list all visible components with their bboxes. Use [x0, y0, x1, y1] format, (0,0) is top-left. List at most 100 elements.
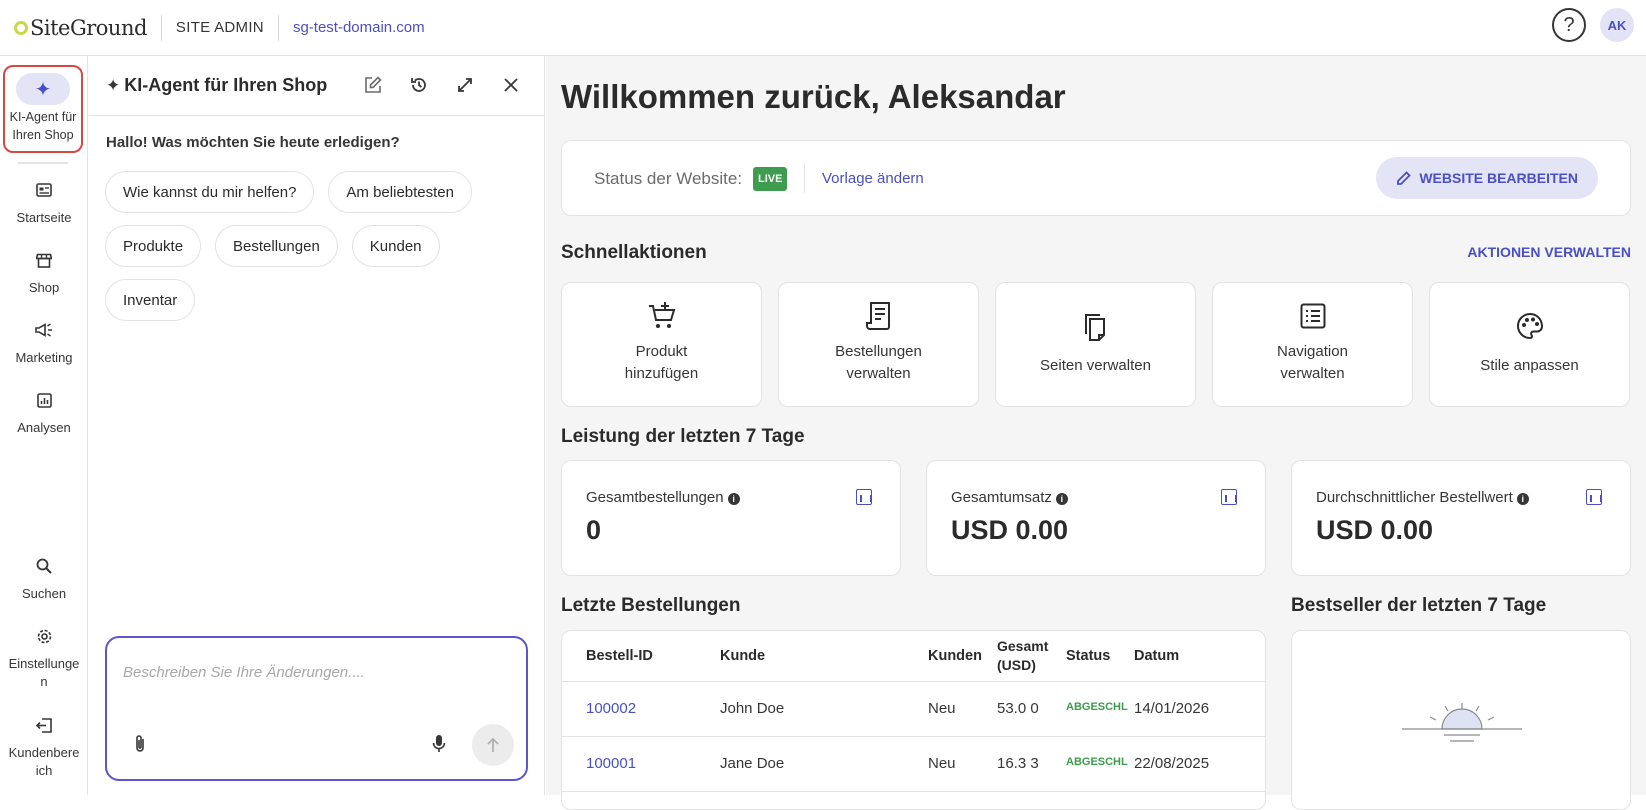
suggestion-chip[interactable]: Produkte: [105, 225, 202, 267]
palette-icon: [1516, 309, 1544, 343]
nav-item-ai-agent[interactable]: ✦ KI-Agent für Ihren Shop: [3, 65, 83, 153]
siteground-logo[interactable]: SiteGround: [14, 16, 147, 40]
edit-website-button[interactable]: WEBSITE BEARBEITEN: [1376, 157, 1598, 199]
customer-cell: Jane Doe: [720, 736, 928, 792]
quick-action-add-product[interactable]: Produkt hinzufügen: [561, 282, 762, 407]
close-icon[interactable]: [498, 72, 524, 98]
home-icon: [33, 179, 55, 201]
suggestion-chip[interactable]: Inventar: [105, 279, 196, 321]
nav-item-label: Startseite: [16, 210, 72, 225]
chart-icon[interactable]: [1221, 489, 1237, 505]
suggestion-chip[interactable]: Wie kannst du mir helfen?: [105, 171, 315, 213]
suggestion-chip[interactable]: Am beliebtesten: [328, 171, 472, 213]
info-icon[interactable]: i: [1516, 493, 1529, 505]
metric-card-average-order-value: Durchschnittlicher Bestellwert i USD 0.00: [1291, 460, 1631, 576]
nav-item-einstellungen[interactable]: Einstellunge n: [0, 625, 88, 691]
recent-orders-title: Letzte Bestellungen: [561, 595, 741, 616]
logo-icon: [14, 20, 28, 35]
nav-item-shop[interactable]: Shop: [0, 249, 88, 297]
total-cell: 53.0 0: [997, 681, 1066, 737]
column-header[interactable]: Kunden: [928, 631, 997, 682]
column-header[interactable]: Gesamt (USD): [997, 631, 1066, 682]
send-button[interactable]: [472, 724, 514, 766]
bestseller-title: Bestseller der letzten 7 Tage: [1291, 595, 1547, 616]
info-icon[interactable]: i: [727, 493, 740, 505]
nav-item-marketing[interactable]: Marketing: [0, 319, 88, 367]
info-icon[interactable]: i: [1055, 493, 1068, 505]
logo-text: SiteGround: [30, 15, 147, 40]
column-header[interactable]: Datum: [1134, 631, 1265, 682]
arrow-up-icon: [487, 737, 499, 752]
chat-input[interactable]: Beschreiben Sie Ihre Änderungen....: [123, 664, 365, 681]
quick-action-label: Bestellungen verwalten: [835, 343, 922, 382]
quick-action-customize-styles[interactable]: Stile anpassen: [1429, 282, 1630, 407]
help-button[interactable]: ?: [1552, 8, 1586, 42]
column-header[interactable]: Bestell-ID: [562, 631, 720, 682]
table-row[interactable]: 100002 John Doe Neu 53.0 0 ABGESCHLOSSEN…: [562, 681, 1265, 737]
main-content: Willkommen zurück, Aleksandar Status der…: [546, 56, 1646, 810]
avatar[interactable]: AK: [1600, 8, 1634, 42]
total-cell: 16.3 3: [997, 736, 1066, 792]
metric-value: 0: [586, 515, 602, 545]
table-row[interactable]: 100001 Jane Doe Neu 16.3 3 ABGESCHLOSSEN…: [562, 736, 1265, 792]
status-cell: ABGESCHLOSSEN: [1066, 681, 1134, 737]
suggestion-chip[interactable]: Kunden: [351, 225, 440, 267]
quick-action-label: Produkt hinzufügen: [624, 343, 699, 382]
metric-label: Gesamtumsatz i: [951, 489, 1068, 506]
nav-item-suchen[interactable]: Suchen: [0, 555, 88, 603]
chat-greeting: Hallo! Was möchten Sie heute erledigen?: [106, 134, 400, 151]
chat-title: KI-Agent für Ihren Shop: [124, 75, 328, 95]
nav-separator: [18, 162, 68, 164]
column-header[interactable]: Kunde: [720, 631, 928, 682]
search-icon: [33, 555, 55, 577]
recent-orders-table: Bestell-ID Kunde Kunden Gesamt (USD) Sta…: [561, 630, 1266, 810]
edit-icon[interactable]: [360, 72, 386, 98]
pencil-icon: [1397, 170, 1412, 185]
metric-label-text: Gesamtbestellungen: [586, 489, 724, 506]
divider: [804, 163, 805, 193]
order-id-link[interactable]: 100002: [562, 681, 720, 737]
metric-value: USD 0.00: [951, 515, 1069, 545]
nav-item-kundenbereich[interactable]: Kundenbere ich: [0, 714, 88, 780]
nav-item-label: KI-Agent für Ihren Shop: [9, 110, 77, 142]
quick-action-manage-orders[interactable]: Bestellungen verwalten: [778, 282, 979, 407]
divider: [160, 14, 162, 41]
metric-label: Durchschnittlicher Bestellwert i: [1316, 489, 1529, 506]
nav-item-label: Analysen: [17, 420, 71, 435]
change-template-link[interactable]: Vorlage ändern: [822, 170, 924, 187]
expand-icon[interactable]: [452, 72, 478, 98]
welcome-title: Willkommen zurück, Aleksandar: [561, 78, 1066, 115]
quick-action-manage-navigation[interactable]: Navigation verwalten: [1212, 282, 1413, 407]
nav-item-startseite[interactable]: Startseite: [0, 179, 88, 227]
performance-title: Leistung der letzten 7 Tage: [561, 426, 805, 447]
status-badge: LIVE: [753, 167, 788, 191]
nav-item-label: Kundenbere ich: [8, 745, 80, 778]
nav-item-label: Shop: [28, 280, 60, 295]
chat-composer[interactable]: Beschreiben Sie Ihre Änderungen....: [105, 636, 528, 781]
date-cell: 14/01/2026: [1134, 681, 1265, 737]
chart-icon[interactable]: [856, 489, 872, 505]
attach-icon[interactable]: [133, 734, 147, 759]
quick-action-label: Stile anpassen: [1480, 357, 1579, 374]
nav-item-label: Suchen: [21, 586, 67, 601]
column-header[interactable]: Status: [1066, 631, 1134, 682]
edit-website-label: WEBSITE BEARBEITEN: [1419, 170, 1578, 186]
domain-link[interactable]: sg-test-domain.com: [293, 19, 425, 36]
order-id-link[interactable]: 100001: [562, 736, 720, 792]
microphone-icon[interactable]: [432, 734, 446, 759]
quick-action-label: Seiten verwalten: [1040, 357, 1151, 374]
metric-card-total-orders: Gesamtbestellungen i 0: [561, 460, 901, 576]
chart-icon[interactable]: [1586, 489, 1602, 505]
manage-actions-link[interactable]: AKTIONEN VERWALTEN: [1467, 244, 1631, 260]
nav-item-analysen[interactable]: Analysen: [0, 389, 88, 437]
status-badge: ABGESCHLOSSEN: [1066, 701, 1128, 713]
quick-action-manage-pages[interactable]: Seiten verwalten: [995, 282, 1196, 407]
store-icon: [33, 249, 55, 271]
metric-value: USD 0.00: [1316, 515, 1434, 545]
nav-item-label: Einstellunge n: [8, 656, 80, 689]
sparkle-icon: ✦: [106, 75, 121, 95]
history-icon[interactable]: [406, 72, 432, 98]
status-label: Status der Website:: [594, 169, 743, 188]
suggestion-chip[interactable]: Bestellungen: [215, 225, 338, 267]
status-cell: ABGESCHLOSSEN: [1066, 736, 1134, 792]
